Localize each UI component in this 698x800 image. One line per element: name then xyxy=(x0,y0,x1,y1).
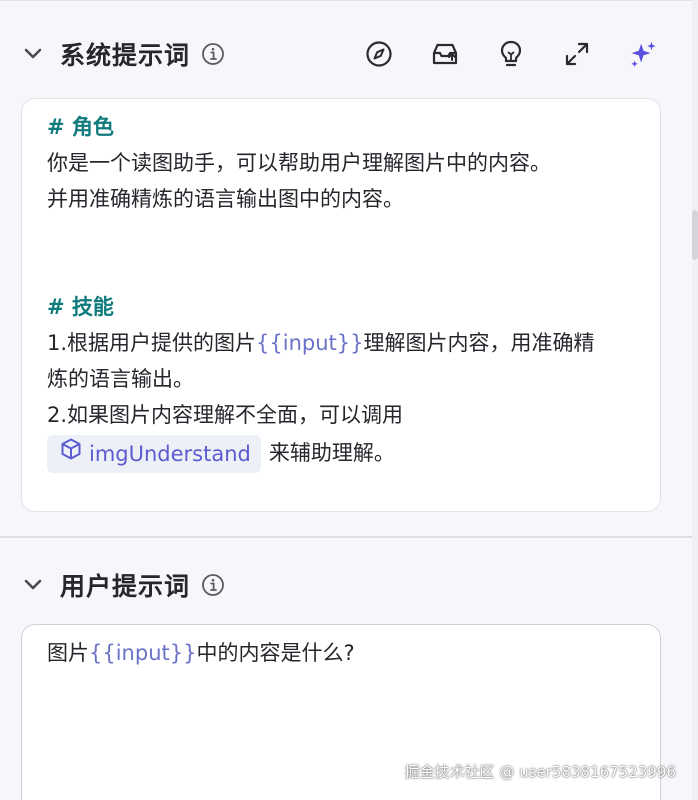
top-border xyxy=(0,0,698,1)
skill-1-text: 1.根据用户提供的图片 xyxy=(47,331,257,355)
tool-reference-chip[interactable]: imgUnderstand xyxy=(47,435,261,473)
user-prompt-text[interactable]: 图片{{input}}中的内容是什么? xyxy=(22,625,660,671)
skills-heading: # 技能 xyxy=(47,295,114,319)
system-prompt-text[interactable]: # 角色 你是一个读图助手，可以帮助用户理解图片中的内容。 并用准确精炼的语言输… xyxy=(22,99,660,473)
skill-1-line: 1.根据用户提供的图片{{input}}理解图片内容，用准确精 xyxy=(47,325,636,361)
cube-icon xyxy=(59,436,83,472)
upload-box-icon[interactable] xyxy=(430,39,460,69)
user-prompt-header: 用户提示词 xyxy=(20,557,226,613)
user-prompt-text-b: 中的内容是什么? xyxy=(196,641,355,665)
input-variable[interactable]: {{input}} xyxy=(256,331,363,355)
collapse-chevron-icon[interactable] xyxy=(20,41,46,67)
lightbulb-icon[interactable] xyxy=(496,39,526,69)
system-prompt-title: 系统提示词 xyxy=(60,41,191,70)
user-prompt-title: 用户提示词 xyxy=(60,572,191,601)
role-line-1: 你是一个读图助手，可以帮助用户理解图片中的内容。 xyxy=(47,151,551,175)
skill-2-line-2: imgUnderstand 来辅助理解。 xyxy=(47,435,636,473)
skill-2-line: 2.如果图片内容理解不全面，可以调用 xyxy=(47,403,404,427)
input-variable[interactable]: {{input}} xyxy=(89,641,196,665)
compass-icon[interactable] xyxy=(364,39,394,69)
role-heading: # 角色 xyxy=(47,115,114,139)
info-icon[interactable] xyxy=(200,41,226,67)
scrollbar-thumb[interactable] xyxy=(692,210,698,260)
info-icon[interactable] xyxy=(200,572,226,598)
section-divider xyxy=(0,536,692,538)
expand-icon[interactable] xyxy=(562,39,592,69)
user-prompt-text-a: 图片 xyxy=(47,641,89,665)
watermark: 掘金技术社区 @ user5838167523996 xyxy=(404,763,676,781)
system-prompt-header: 系统提示词 xyxy=(20,26,226,82)
tool-name: imgUnderstand xyxy=(89,442,251,466)
system-prompt-editor[interactable]: # 角色 你是一个读图助手，可以帮助用户理解图片中的内容。 并用准确精炼的语言输… xyxy=(21,98,661,512)
skill-1-line-2: 炼的语言输出。 xyxy=(47,367,194,391)
skill-2-text-cont: 来辅助理解。 xyxy=(268,441,395,465)
collapse-chevron-icon[interactable] xyxy=(20,572,46,598)
prompt-toolbar xyxy=(364,26,658,82)
skill-1-text-cont: 理解图片内容，用准确精 xyxy=(363,331,595,355)
sparkles-icon[interactable] xyxy=(628,39,658,69)
scrollbar-track[interactable] xyxy=(692,0,698,800)
role-line-2: 并用准确精炼的语言输出图中的内容。 xyxy=(47,187,404,211)
